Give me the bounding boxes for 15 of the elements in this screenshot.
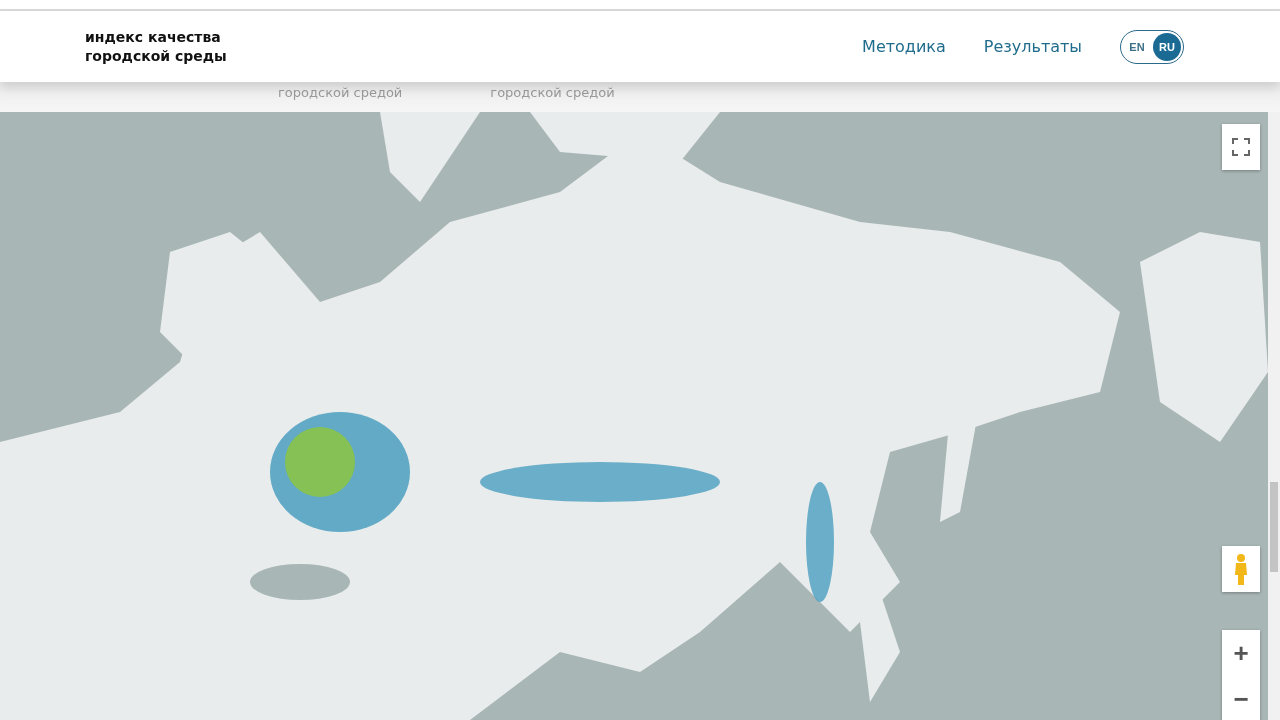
faded-caption: городской средой (490, 85, 615, 100)
nav-link[interactable]: Методика (862, 37, 946, 56)
language-option[interactable]: EN (1123, 32, 1151, 61)
person-icon (1234, 553, 1248, 585)
site-logo[interactable]: индекс качества городской среды (85, 27, 227, 66)
zoom-out-button[interactable]: − (1222, 676, 1260, 720)
zoom-in-button[interactable]: + (1222, 630, 1260, 676)
fullscreen-button[interactable] (1222, 124, 1260, 170)
faded-caption: городской средой (278, 85, 403, 100)
scrollbar[interactable] (1268, 112, 1280, 720)
street-view-button[interactable] (1222, 546, 1260, 592)
language-option[interactable]: RU (1153, 32, 1181, 61)
fullscreen-icon (1232, 138, 1250, 156)
scrollbar-thumb[interactable] (1270, 482, 1278, 572)
nav-link[interactable]: Результаты (983, 37, 1082, 56)
